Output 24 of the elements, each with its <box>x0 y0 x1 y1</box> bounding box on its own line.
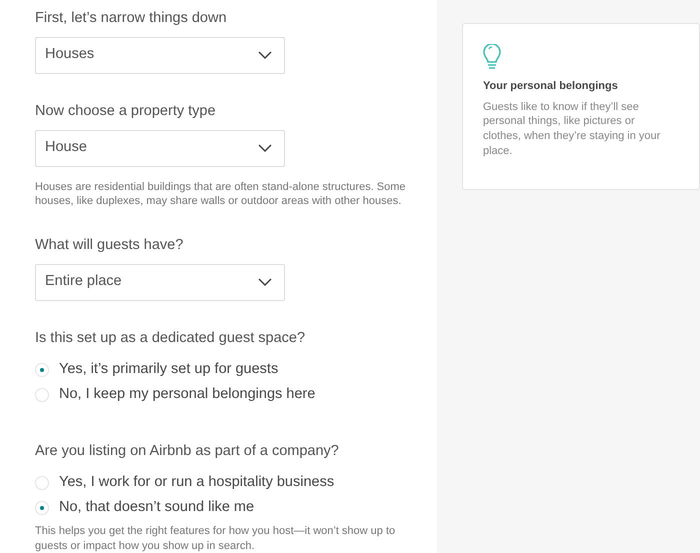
dropdown-field[interactable]: Houses <box>35 36 285 74</box>
question-label: What will guests have? <box>35 236 184 256</box>
tip-title: Your personal belongings <box>483 79 619 94</box>
help-text: Houses are residential buildings that are often stand-alone structures. Some houses, like duplexes, may share walls or outdoor areas with other houses. <box>35 180 407 208</box>
chevron-down-icon <box>258 278 272 286</box>
radio-button[interactable] <box>35 500 49 515</box>
chevron-down-icon <box>258 144 272 152</box>
question-label: Is this set up as a dedicated guest space? <box>35 328 306 348</box>
tip-text: Guests like to know if they’ll see personal things, like pictures or clothes, when they’re staying in your place. <box>483 100 662 159</box>
question-label: Are you listing on Airbnb as part of a company? <box>35 442 340 461</box>
option-label[interactable]: No, that doesn’t sound like me <box>59 496 254 519</box>
help-text: This helps you get the right features for how you host—it won’t show up to guests or impact how you show up in search. <box>35 524 396 553</box>
radio-button[interactable] <box>35 476 49 490</box>
radio-button[interactable] <box>35 363 49 378</box>
dropdown-field[interactable]: House <box>35 130 285 166</box>
question-label: Now choose a property type <box>35 102 217 121</box>
option-label[interactable]: Yes, it’s primarily set up for guests <box>59 359 278 381</box>
question-label: First, let’s narrow things down <box>35 9 228 28</box>
lightbulb-icon <box>483 44 501 70</box>
option-label[interactable]: Yes, I work for or run a hospitality business <box>59 472 334 494</box>
dropdown-field[interactable]: Entire place <box>35 264 285 301</box>
option-label[interactable]: No, I keep my personal belongings here <box>59 384 316 406</box>
chevron-down-icon <box>258 51 272 60</box>
radio-button[interactable] <box>35 388 49 402</box>
